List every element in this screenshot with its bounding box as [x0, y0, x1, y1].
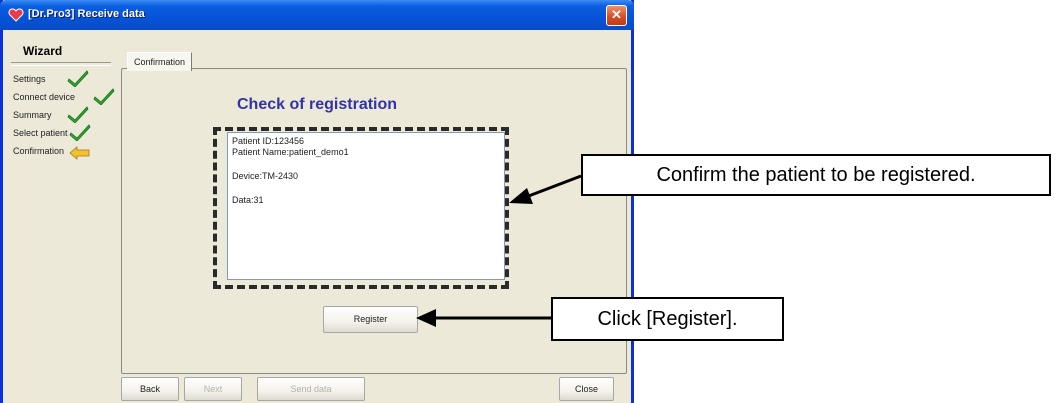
close-button[interactable]: Close [559, 377, 614, 401]
window-title: [Dr.Pro3] Receive data [28, 8, 145, 20]
wizard-step-label: Settings [13, 74, 46, 84]
wizard-step-label: Connect device [13, 92, 76, 102]
back-button-label: Back [139, 384, 160, 394]
next-button-label: Next [203, 384, 223, 394]
wizard-steps: Settings Connect device Summary Select p… [13, 70, 117, 160]
callout-click-register: Click [Register]. [551, 297, 784, 341]
wizard-step-label: Select patient [13, 128, 68, 138]
highlight-dashed-box [213, 127, 509, 289]
tab-confirmation[interactable]: Confirmation [127, 52, 193, 71]
wizard-step-summary: Summary [13, 106, 117, 124]
send-data-button-label: Send data [290, 384, 332, 394]
register-button[interactable]: Register [323, 306, 418, 333]
wizard-step-connect-device: Connect device [13, 88, 117, 106]
wizard-divider [11, 62, 111, 66]
app-heart-icon [8, 8, 24, 22]
wizard-title: Wizard [23, 44, 63, 58]
checkmark-icon [67, 70, 89, 87]
wizard-step-select-patient: Select patient [13, 124, 117, 142]
checkmark-icon [69, 124, 91, 141]
window-close-button[interactable]: ✕ [606, 5, 627, 26]
title-bar[interactable]: [Dr.Pro3] Receive data ✕ [0, 0, 634, 30]
callout-confirm-patient: Confirm the patient to be registered. [581, 154, 1051, 196]
send-data-button[interactable]: Send data [257, 377, 365, 401]
checkmark-icon [67, 106, 89, 123]
close-button-label: Close [574, 384, 598, 394]
checkmark-icon [93, 88, 115, 105]
page-heading: Check of registration [237, 96, 398, 113]
back-button[interactable]: Back [121, 377, 179, 401]
wizard-step-confirmation: Confirmation [13, 142, 117, 160]
arrow-left-icon [69, 146, 90, 160]
wizard-step-label: Summary [13, 110, 52, 120]
wizard-step-settings: Settings [13, 70, 117, 88]
register-button-label: Register [353, 314, 388, 324]
wizard-step-label: Confirmation [13, 146, 65, 156]
next-button[interactable]: Next [184, 377, 242, 401]
